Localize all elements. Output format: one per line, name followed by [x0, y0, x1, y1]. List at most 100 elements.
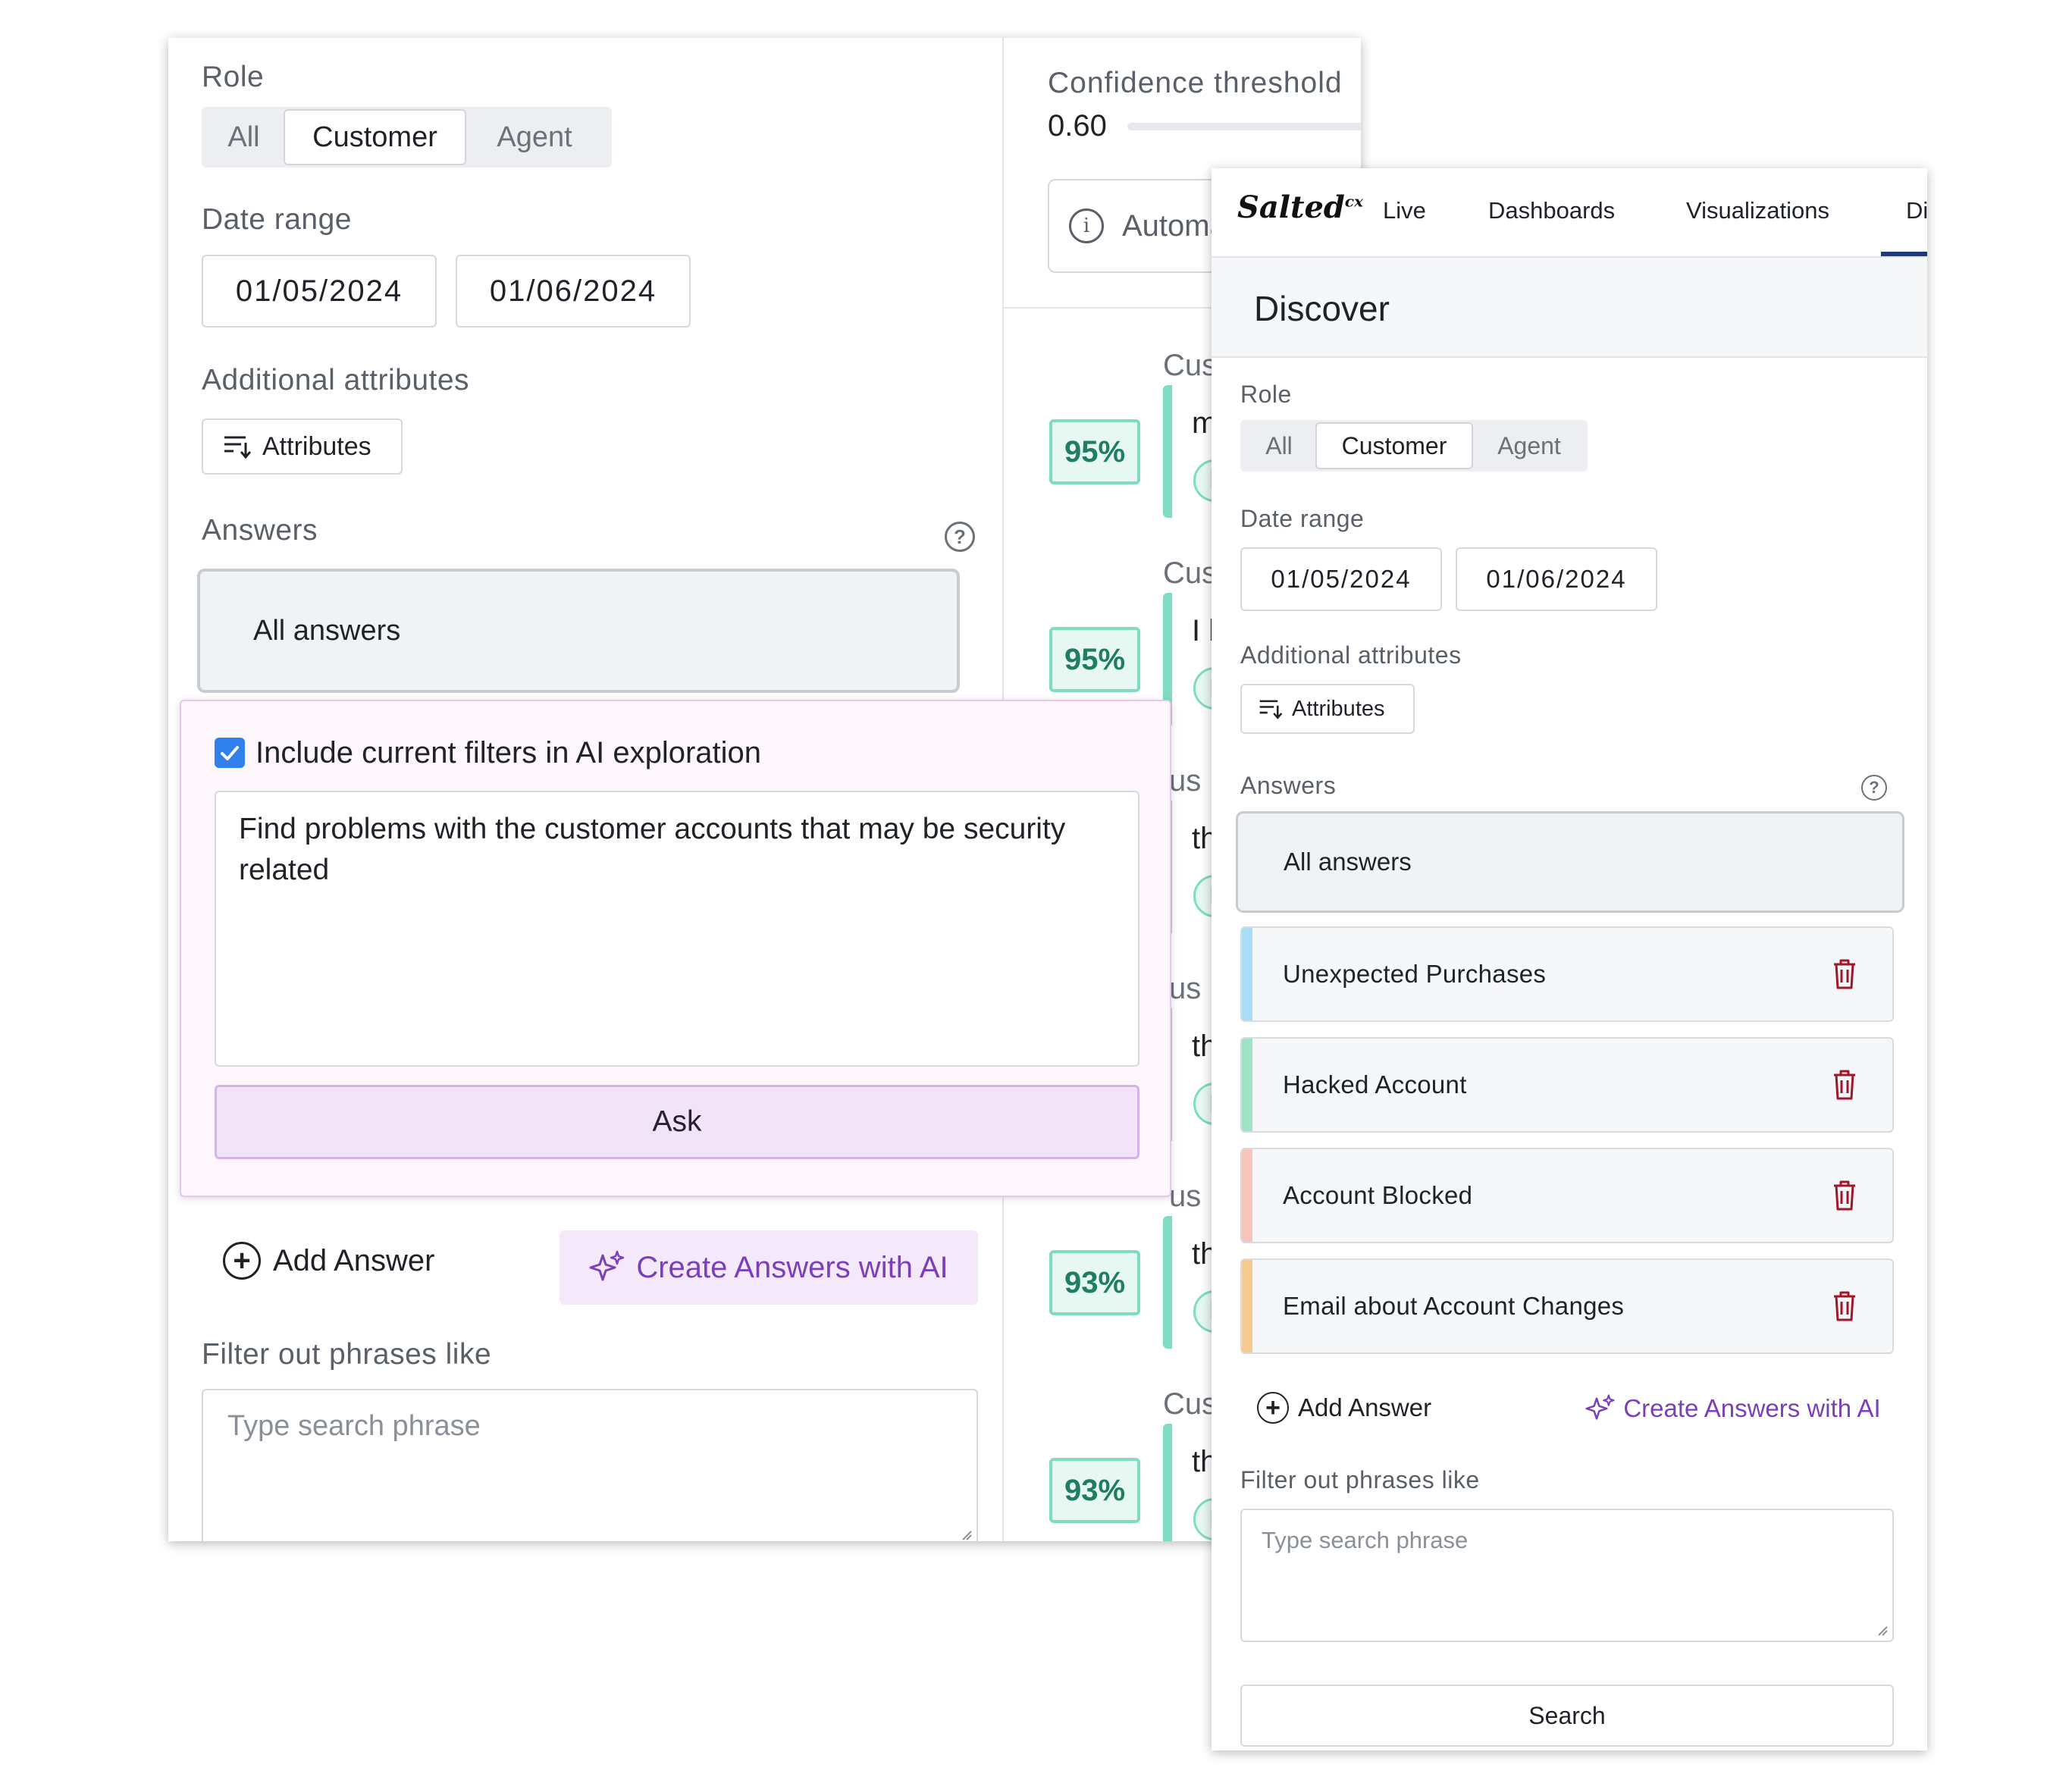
salted-logo[interactable]: Saltedcx	[1237, 190, 1363, 225]
result-1-confidence: 95%	[1049, 419, 1140, 484]
trash-icon[interactable]	[1832, 1180, 1857, 1211]
attributes-button-label: Attributes	[1292, 696, 1385, 721]
logo-text: Salted	[1237, 190, 1345, 225]
check-icon	[221, 746, 239, 760]
front-window: Saltedcx Live Dashboards Visualizations …	[1212, 168, 1927, 1750]
date-to-input[interactable]: 01/06/2024	[456, 255, 691, 328]
attributes-button[interactable]: Attributes	[202, 418, 403, 475]
add-answer-label: Add Answer	[273, 1243, 435, 1277]
attributes-button[interactable]: Attributes	[1240, 684, 1415, 734]
add-answer-button[interactable]: + Add Answer	[223, 1242, 434, 1280]
resize-grip-icon	[962, 1531, 972, 1540]
filter-phrase-placeholder: Type search phrase	[1262, 1527, 1469, 1553]
answer-name: Hacked Account	[1283, 1070, 1467, 1098]
result-3-speaker: us	[1169, 764, 1202, 798]
answer-name: Account Blocked	[1283, 1181, 1473, 1209]
help-icon[interactable]: ?	[1861, 775, 1887, 801]
trash-icon[interactable]	[1832, 1290, 1857, 1322]
filter-phrase-placeholder: Type search phrase	[227, 1410, 481, 1442]
filter-phrases-label: Filter out phrases like	[1240, 1466, 1480, 1493]
create-answers-ai-button[interactable]: Create Answers with AI	[1562, 1384, 1904, 1433]
filter-phrase-textarea[interactable]: Type search phrase	[202, 1389, 978, 1541]
result-2-confidence: 95%	[1049, 627, 1140, 692]
trash-icon[interactable]	[1832, 958, 1857, 990]
result-6-speaker: Cus	[1163, 1387, 1218, 1421]
result-4-speaker: us	[1169, 972, 1202, 1005]
resize-grip-icon	[1878, 1626, 1888, 1636]
role-option-agent[interactable]: Agent	[466, 109, 603, 165]
search-button[interactable]: Search	[1240, 1685, 1894, 1747]
ask-button[interactable]: Ask	[215, 1085, 1139, 1159]
answer-name: Unexpected Purchases	[1283, 960, 1547, 988]
filter-list-icon	[224, 436, 252, 459]
nav-discover[interactable]: Di	[1906, 197, 1927, 224]
ai-prompt-text: Find problems with the customer accounts…	[239, 813, 1066, 886]
result-5-confidence: 93%	[1049, 1250, 1140, 1315]
all-answers-item[interactable]: All answers	[1236, 811, 1904, 913]
additional-attributes-label: Additional attributes	[1240, 641, 1462, 669]
result-6-bar	[1163, 1424, 1172, 1541]
create-answers-ai-label: Create Answers with AI	[636, 1250, 948, 1284]
role-segmented: All Customer Agent	[202, 107, 612, 168]
nav-dashboards[interactable]: Dashboards	[1488, 197, 1615, 224]
filter-list-icon	[1259, 700, 1283, 719]
result-1-speaker: Cus	[1163, 349, 1218, 382]
nav-visualizations[interactable]: Visualizations	[1686, 197, 1829, 224]
role-option-customer[interactable]: Customer	[284, 109, 466, 165]
role-segmented: All Customer Agent	[1240, 420, 1588, 472]
all-answers-item[interactable]: All answers	[197, 569, 960, 693]
answer-card[interactable]: Email about Account Changes	[1240, 1258, 1894, 1354]
sparkle-icon	[1585, 1394, 1615, 1420]
ai-exploration-popover: Include current filters in AI exploratio…	[180, 700, 1171, 1197]
attributes-button-label: Attributes	[262, 431, 371, 461]
include-filters-label: Include current filters in AI exploratio…	[255, 736, 762, 769]
logo-superscript: cx	[1344, 192, 1364, 211]
trash-icon[interactable]	[1832, 1069, 1857, 1101]
plus-circle-icon: +	[1257, 1392, 1289, 1424]
role-option-all[interactable]: All	[204, 109, 284, 165]
add-answer-button[interactable]: + Add Answer	[1257, 1392, 1431, 1424]
page-header: Discover	[1212, 258, 1927, 358]
create-answers-ai-label: Create Answers with AI	[1623, 1394, 1881, 1422]
confidence-threshold-label: Confidence threshold	[1048, 67, 1343, 99]
answer-card[interactable]: Hacked Account	[1240, 1037, 1894, 1133]
role-label: Role	[202, 61, 265, 93]
date-range-label: Date range	[202, 203, 352, 236]
ai-prompt-textarea[interactable]: Find problems with the customer accounts…	[215, 791, 1139, 1067]
date-from-input[interactable]: 01/05/2024	[1240, 547, 1442, 611]
answer-color-stripe	[1242, 1149, 1252, 1242]
plus-circle-icon: +	[223, 1242, 261, 1280]
date-from-input[interactable]: 01/05/2024	[202, 255, 437, 328]
help-icon[interactable]: ?	[945, 522, 975, 552]
role-option-agent[interactable]: Agent	[1473, 422, 1585, 469]
result-2-speaker: Cus	[1163, 556, 1218, 590]
date-range-label: Date range	[1240, 505, 1365, 532]
role-label: Role	[1240, 381, 1292, 408]
nav-active-indicator	[1881, 252, 1927, 256]
answers-label: Answers	[202, 514, 318, 547]
role-option-customer[interactable]: Customer	[1315, 422, 1473, 469]
info-icon: i	[1069, 208, 1104, 243]
confidence-threshold-slider[interactable]	[1127, 123, 1361, 130]
result-1-bar	[1163, 385, 1172, 518]
date-to-input[interactable]: 01/06/2024	[1456, 547, 1657, 611]
sparkle-icon	[589, 1250, 625, 1281]
create-answers-ai-button[interactable]: Create Answers with AI	[560, 1230, 978, 1305]
filter-phrases-label: Filter out phrases like	[202, 1338, 492, 1371]
add-answer-label: Add Answer	[1298, 1393, 1432, 1421]
top-nav: Saltedcx Live Dashboards Visualizations …	[1212, 168, 1927, 258]
confidence-threshold-value: 0.60	[1048, 109, 1107, 143]
result-5-bar	[1163, 1216, 1172, 1349]
nav-live[interactable]: Live	[1383, 197, 1426, 224]
answer-card[interactable]: Account Blocked	[1240, 1148, 1894, 1243]
answer-name: Email about Account Changes	[1283, 1292, 1625, 1320]
include-filters-checkbox[interactable]	[215, 738, 245, 768]
filter-phrase-textarea[interactable]: Type search phrase	[1240, 1509, 1894, 1642]
answer-color-stripe	[1242, 928, 1252, 1020]
answer-card[interactable]: Unexpected Purchases	[1240, 926, 1894, 1022]
result-5-speaker: us	[1169, 1180, 1202, 1213]
page-title: Discover	[1254, 289, 1390, 328]
additional-attributes-label: Additional attributes	[202, 364, 470, 396]
answer-color-stripe	[1242, 1039, 1252, 1131]
role-option-all[interactable]: All	[1243, 422, 1315, 469]
